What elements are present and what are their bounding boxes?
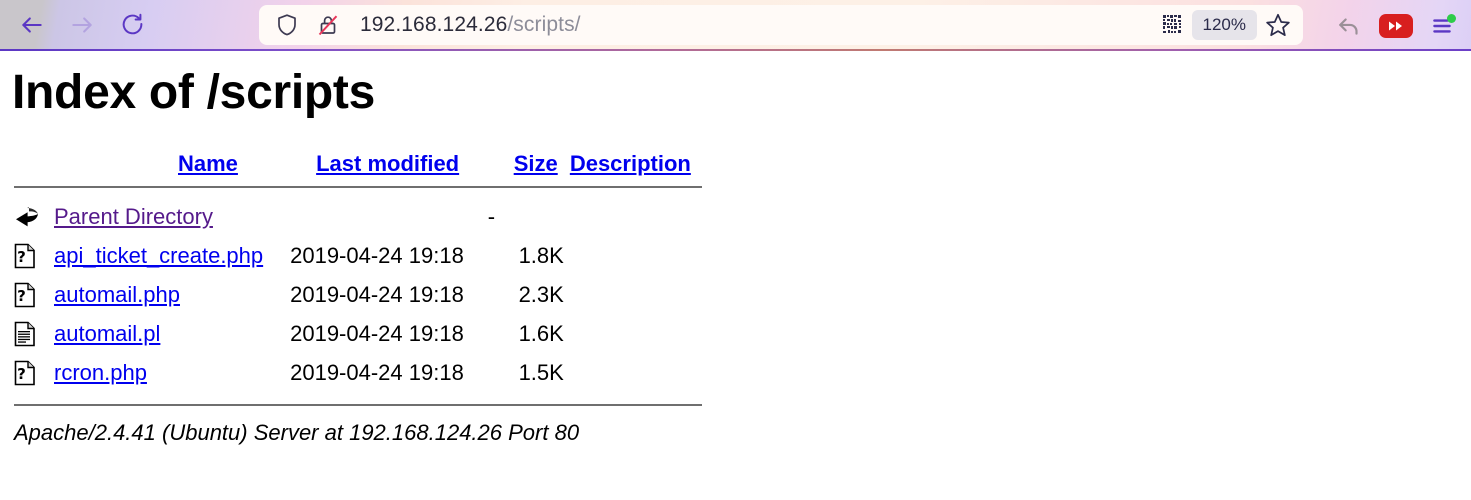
row-name-cell[interactable]: rcron.php xyxy=(54,353,290,392)
row-size-cell: - xyxy=(487,203,496,229)
video-button[interactable] xyxy=(1375,5,1417,47)
table-header-row: Name Last modified Size Description xyxy=(0,151,702,177)
forward-button[interactable] xyxy=(60,3,104,47)
parent-directory-link[interactable]: Parent Directory xyxy=(54,204,213,229)
row-size-cell: 1.5K xyxy=(518,359,564,385)
back-button[interactable] xyxy=(10,3,54,47)
qr-code-icon[interactable] xyxy=(1162,14,1184,36)
row-date-cell: 2019-04-24 19:18 xyxy=(290,320,464,346)
row-icon-cell: ? xyxy=(0,275,54,314)
svg-text:?: ? xyxy=(17,248,26,266)
file-link[interactable]: automail.pl xyxy=(54,321,160,346)
table-row[interactable]: automail.pl 2019-04-24 19:18 1.6K xyxy=(0,314,702,353)
row-icon-cell: ? xyxy=(0,353,54,392)
row-icon-cell: ? xyxy=(0,236,54,275)
row-icon-cell xyxy=(0,197,54,236)
header-rule-row xyxy=(0,177,702,197)
row-size-cell: 2.3K xyxy=(518,281,564,307)
footer-rule-row xyxy=(0,392,702,416)
table-row[interactable]: ? rcron.php 2019-04-24 19:18 1.5K xyxy=(0,353,702,392)
urlbar-actions: 120% xyxy=(1162,5,1295,45)
unknown-file-icon: ? xyxy=(14,243,35,268)
row-description-cell xyxy=(564,236,702,275)
menu-button[interactable] xyxy=(1421,5,1463,47)
undo-arrow-icon xyxy=(1339,17,1358,35)
zoom-level-badge[interactable]: 120% xyxy=(1191,10,1257,40)
row-date-cell xyxy=(290,197,488,236)
row-description-cell xyxy=(564,353,702,392)
back-arrow-icon xyxy=(16,206,38,226)
sort-by-description-link[interactable]: Description xyxy=(570,151,691,176)
forward-arrow-icon xyxy=(72,16,92,33)
horizontal-rule-top xyxy=(14,186,702,188)
url-host: 192.168.124.26 xyxy=(360,13,508,36)
row-icon-cell xyxy=(0,314,54,353)
shield-icon xyxy=(276,13,298,37)
sort-by-size-link[interactable]: Size xyxy=(514,151,558,176)
video-fastforward-icon xyxy=(1379,13,1413,38)
column-header-name[interactable]: Name xyxy=(54,151,290,177)
footer-rule-cell xyxy=(0,392,702,416)
row-date-cell: 2019-04-24 19:18 xyxy=(290,359,464,385)
lock-crossed-icon[interactable] xyxy=(316,13,340,37)
server-signature: Apache/2.4.41 (Ubuntu) Server at 192.168… xyxy=(14,420,580,445)
url-bar[interactable]: 192.168.124.26/scripts/ 120% xyxy=(259,5,1303,45)
table-row[interactable]: ? automail.php 2019-04-24 19:18 2.3K xyxy=(0,275,702,314)
url-path: /scripts/ xyxy=(507,13,581,36)
row-name-cell[interactable]: Parent Directory xyxy=(54,197,290,236)
text-file-icon xyxy=(14,321,35,346)
star-icon[interactable] xyxy=(1265,12,1291,38)
row-size-cell: 1.8K xyxy=(518,242,564,268)
row-name-cell[interactable]: api_ticket_create.php xyxy=(54,236,290,275)
browser-toolbar: 192.168.124.26/scripts/ 120% xyxy=(0,0,1471,51)
notification-dot xyxy=(1447,13,1456,23)
sort-by-name-link[interactable]: Name xyxy=(178,151,238,176)
header-rule-cell xyxy=(0,177,702,197)
row-date-cell: 2019-04-24 19:18 xyxy=(290,281,464,307)
column-header-last-modified[interactable]: Last modified xyxy=(290,151,488,177)
svg-text:?: ? xyxy=(17,365,26,383)
undo-button[interactable] xyxy=(1329,5,1371,47)
toolbar-right-icons xyxy=(1329,0,1463,51)
reload-icon xyxy=(122,13,142,35)
row-name-cell[interactable]: automail.pl xyxy=(54,314,290,353)
index-table: Name Last modified Size Description Pare… xyxy=(0,151,702,416)
url-text[interactable]: 192.168.124.26/scripts/ xyxy=(360,13,581,37)
directory-listing: Name Last modified Size Description Pare… xyxy=(0,151,702,446)
svg-text:?: ? xyxy=(17,287,26,305)
row-description-cell xyxy=(564,314,702,353)
row-size-cell: 1.6K xyxy=(518,320,564,346)
back-arrow-icon xyxy=(22,16,42,33)
sort-by-date-link[interactable]: Last modified xyxy=(316,151,459,176)
table-row[interactable]: ? api_ticket_create.php 2019-04-24 19:18… xyxy=(0,236,702,275)
file-link[interactable]: automail.php xyxy=(54,282,180,307)
row-description-cell xyxy=(564,197,702,236)
row-name-cell[interactable]: automail.php xyxy=(54,275,290,314)
column-header-description[interactable]: Description xyxy=(564,151,702,177)
page-title: Index of /scripts xyxy=(12,66,375,119)
horizontal-rule-bottom xyxy=(14,404,702,406)
file-link[interactable]: api_ticket_create.php xyxy=(54,243,263,268)
header-icon-cell xyxy=(0,151,54,177)
reload-button[interactable] xyxy=(110,3,154,47)
unknown-file-icon: ? xyxy=(14,282,35,307)
row-description-cell xyxy=(564,275,702,314)
file-link[interactable]: rcron.php xyxy=(54,360,147,385)
table-row[interactable]: Parent Directory - xyxy=(0,197,702,236)
column-header-size[interactable]: Size xyxy=(488,151,564,177)
row-date-cell: 2019-04-24 19:18 xyxy=(290,242,464,268)
unknown-file-icon: ? xyxy=(14,360,35,385)
